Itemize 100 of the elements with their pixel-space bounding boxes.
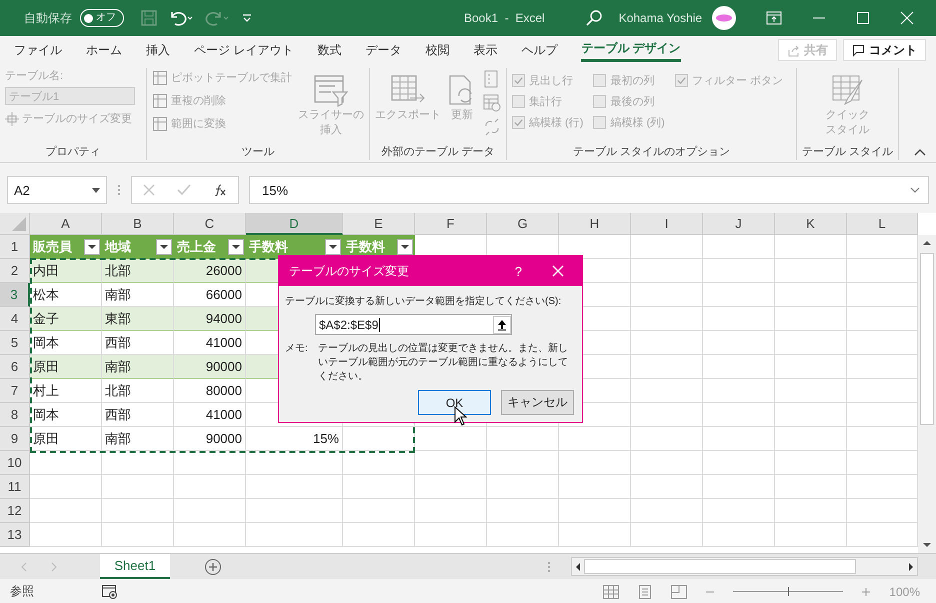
zoom-in-icon[interactable] xyxy=(861,586,872,596)
ribbon-display-icon[interactable] xyxy=(766,11,782,25)
table-cell xyxy=(703,355,775,379)
ribbon-tab[interactable]: ファイル xyxy=(14,38,62,62)
ribbon-tab[interactable]: 表示 xyxy=(473,38,498,62)
table-cell: 北部 xyxy=(102,379,174,403)
table-cell xyxy=(415,499,487,523)
column-header[interactable]: J xyxy=(703,213,775,235)
row-header[interactable]: 8 xyxy=(0,403,30,427)
ribbon-tab[interactable]: ホーム xyxy=(86,38,122,62)
column-header[interactable]: E xyxy=(343,213,415,235)
prompt-text: テーブルに変換する新しいデータ範囲を指定してください(S): xyxy=(285,294,562,308)
ribbon-tab[interactable]: データ xyxy=(365,38,402,62)
ribbon-tab[interactable]: ページ レイアウト xyxy=(194,38,294,62)
column-header[interactable]: D xyxy=(246,213,343,235)
filter-button-icon[interactable] xyxy=(325,238,341,254)
column-header[interactable]: I xyxy=(631,213,703,235)
row-header[interactable]: 6 xyxy=(0,355,30,379)
row-header[interactable]: 7 xyxy=(0,379,30,403)
column-header[interactable]: K xyxy=(775,213,847,235)
name-box[interactable]: A2 xyxy=(7,176,107,204)
row-header[interactable]: 5 xyxy=(0,331,30,355)
row-header[interactable]: 9 xyxy=(0,427,30,451)
horizontal-scrollbar[interactable] xyxy=(571,557,918,576)
table-cell xyxy=(415,475,487,499)
row-header[interactable]: 10 xyxy=(0,451,30,475)
close-icon[interactable] xyxy=(552,265,564,277)
group-label: 外部のテーブル データ xyxy=(381,144,495,160)
row-header[interactable]: 1 xyxy=(0,235,30,259)
column-header[interactable]: A xyxy=(30,213,102,235)
ribbon-tab[interactable]: 数式 xyxy=(317,38,342,62)
row-header[interactable]: 13 xyxy=(0,523,30,547)
row-header[interactable]: 3 xyxy=(0,283,30,307)
table-cell: 15% xyxy=(246,427,343,451)
scrollbar-thumb[interactable] xyxy=(920,253,934,425)
save-icon[interactable] xyxy=(140,9,158,27)
table-cell xyxy=(174,523,246,547)
column-header[interactable]: B xyxy=(102,213,174,235)
page-break-icon[interactable] xyxy=(671,584,688,598)
filter-button-icon[interactable] xyxy=(156,238,172,254)
autosave-toggle[interactable]: オフ xyxy=(80,9,124,27)
ribbon-tab[interactable]: 挿入 xyxy=(146,38,170,62)
ribbon-tab[interactable]: テーブル デザイン xyxy=(581,38,681,62)
comment-button[interactable]: コメント xyxy=(843,39,926,61)
row-header[interactable]: 4 xyxy=(0,307,30,331)
table-cell: 26000 xyxy=(174,259,246,283)
checkbox-label: 最初の列 xyxy=(610,74,654,88)
table-cell: 94000 xyxy=(174,307,246,331)
row-header[interactable]: 11 xyxy=(0,475,30,499)
range-field[interactable]: $A$2:$E$9 xyxy=(315,314,512,335)
ribbon-tab[interactable]: 校閲 xyxy=(425,38,450,62)
help-button[interactable]: ? xyxy=(514,264,522,278)
row-header[interactable]: 12 xyxy=(0,499,30,523)
check-icon[interactable] xyxy=(177,184,191,196)
table-cell xyxy=(775,259,847,283)
redo-icon[interactable] xyxy=(204,9,230,27)
table-cell xyxy=(487,499,559,523)
avatar-icon[interactable] xyxy=(712,6,736,30)
table-cell: 東部 xyxy=(102,307,174,331)
add-sheet-icon[interactable] xyxy=(204,558,222,576)
table-cell xyxy=(631,427,703,451)
note-label: メモ: xyxy=(285,342,308,356)
filter-button-icon[interactable] xyxy=(84,238,100,254)
search-icon[interactable] xyxy=(584,9,603,27)
select-all-icon[interactable] xyxy=(12,217,26,231)
maximize-icon[interactable] xyxy=(856,11,870,25)
ribbon-tab[interactable]: ヘルプ xyxy=(521,38,558,62)
table-cell xyxy=(631,283,703,307)
note-text: テーブルの見出しの位置は変更できません。また、新しいテーブル範囲が元のテーブル範囲に重なるようにしてください。 xyxy=(318,342,569,384)
macro-record-icon[interactable] xyxy=(102,584,118,598)
normal-view-icon[interactable] xyxy=(603,584,620,598)
close-icon[interactable] xyxy=(900,11,914,25)
column-header[interactable]: G xyxy=(487,213,559,235)
row-header[interactable]: 2 xyxy=(0,259,30,283)
filter-button-icon[interactable] xyxy=(397,238,413,254)
function-icon[interactable] xyxy=(213,184,227,196)
column-header[interactable]: C xyxy=(174,213,246,235)
undo-icon[interactable] xyxy=(168,9,194,27)
table-cell xyxy=(631,379,703,403)
page-layout-icon[interactable] xyxy=(637,584,654,598)
table-cell xyxy=(343,523,415,547)
table-cell xyxy=(775,523,847,547)
cancel-icon[interactable] xyxy=(143,184,155,196)
collapse-dialog-icon[interactable] xyxy=(493,316,511,334)
column-header[interactable]: F xyxy=(415,213,487,235)
group-label: プロパティ xyxy=(46,144,100,160)
table-cell xyxy=(559,475,631,499)
table-cell xyxy=(631,475,703,499)
ok-button[interactable]: OK xyxy=(418,390,491,415)
column-header[interactable]: H xyxy=(559,213,631,235)
column-title: 販売員 xyxy=(33,238,72,256)
formula-field[interactable]: 15% xyxy=(249,176,929,204)
table-cell xyxy=(343,475,415,499)
table-cell xyxy=(775,427,847,451)
cancel-button[interactable]: キャンセル xyxy=(501,390,574,415)
filter-button-icon[interactable] xyxy=(228,238,244,254)
column-header[interactable]: L xyxy=(847,213,918,235)
sheet-tab[interactable]: Sheet1 xyxy=(100,554,170,579)
table-cell: 90000 xyxy=(174,427,246,451)
table-cell xyxy=(102,475,174,499)
